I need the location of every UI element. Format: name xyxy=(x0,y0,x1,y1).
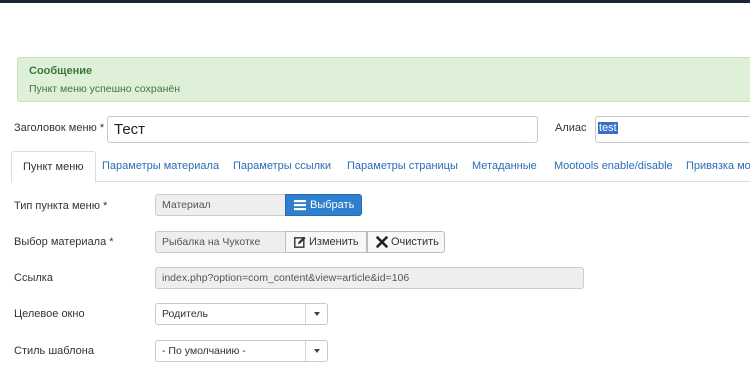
tab-mootools[interactable]: Mootools enable/disable xyxy=(554,151,673,182)
list-icon xyxy=(294,200,306,211)
title-input[interactable] xyxy=(107,116,538,143)
template-style-label: Стиль шаблона xyxy=(14,345,94,357)
tab-metadata[interactable]: Метаданные xyxy=(472,151,537,182)
select-arrow xyxy=(305,304,327,324)
select-type-button[interactable]: Выбрать xyxy=(285,194,362,216)
tab-menu-item[interactable]: Пункт меню xyxy=(11,151,96,183)
select-type-label: Выбрать xyxy=(310,199,355,211)
message-title: Сообщение xyxy=(29,65,93,77)
tab-module-assignment[interactable]: Привязка модулей xyxy=(686,151,750,182)
type-label: Тип пункта меню * xyxy=(14,200,108,212)
target-window-value: Родитель xyxy=(162,308,208,320)
chevron-down-icon xyxy=(314,349,320,353)
message-text: Пункт меню успешно сохранён xyxy=(29,83,181,95)
edit-icon xyxy=(294,236,306,248)
target-window-label: Целевое окно xyxy=(14,308,85,320)
tab-link-options[interactable]: Параметры ссылки xyxy=(233,151,331,182)
close-icon xyxy=(376,236,388,248)
select-arrow xyxy=(305,341,327,361)
article-value-field: Рыбалка на Чукотке xyxy=(155,231,286,253)
link-label: Ссылка xyxy=(14,272,53,284)
template-style-select[interactable]: - По умолчанию - xyxy=(155,340,328,362)
success-message: Сообщение Пункт меню успешно сохранён xyxy=(17,57,750,102)
tab-article-options[interactable]: Параметры материала xyxy=(102,151,219,182)
alias-label: Алиас xyxy=(555,122,587,134)
edit-article-label: Изменить xyxy=(309,236,359,248)
alias-value: test xyxy=(598,122,618,134)
tab-bar: Пункт меню Параметры материала Параметры… xyxy=(11,151,750,183)
target-window-select[interactable]: Родитель xyxy=(155,303,328,325)
title-label: Заголовок меню * xyxy=(14,122,105,134)
template-style-value: - По умолчанию - xyxy=(162,345,246,357)
article-label: Выбор материала * xyxy=(14,236,114,248)
alias-input[interactable]: test xyxy=(595,116,750,143)
edit-article-button[interactable]: Изменить xyxy=(285,231,367,253)
clear-article-button[interactable]: Очистить xyxy=(367,231,445,253)
top-bar xyxy=(0,0,750,3)
tab-page-options[interactable]: Параметры страницы xyxy=(347,151,458,182)
link-field: index.php?option=com_content&view=articl… xyxy=(155,267,584,289)
type-value-field: Материал xyxy=(155,194,286,216)
clear-article-label: Очистить xyxy=(391,236,439,248)
chevron-down-icon xyxy=(314,312,320,316)
